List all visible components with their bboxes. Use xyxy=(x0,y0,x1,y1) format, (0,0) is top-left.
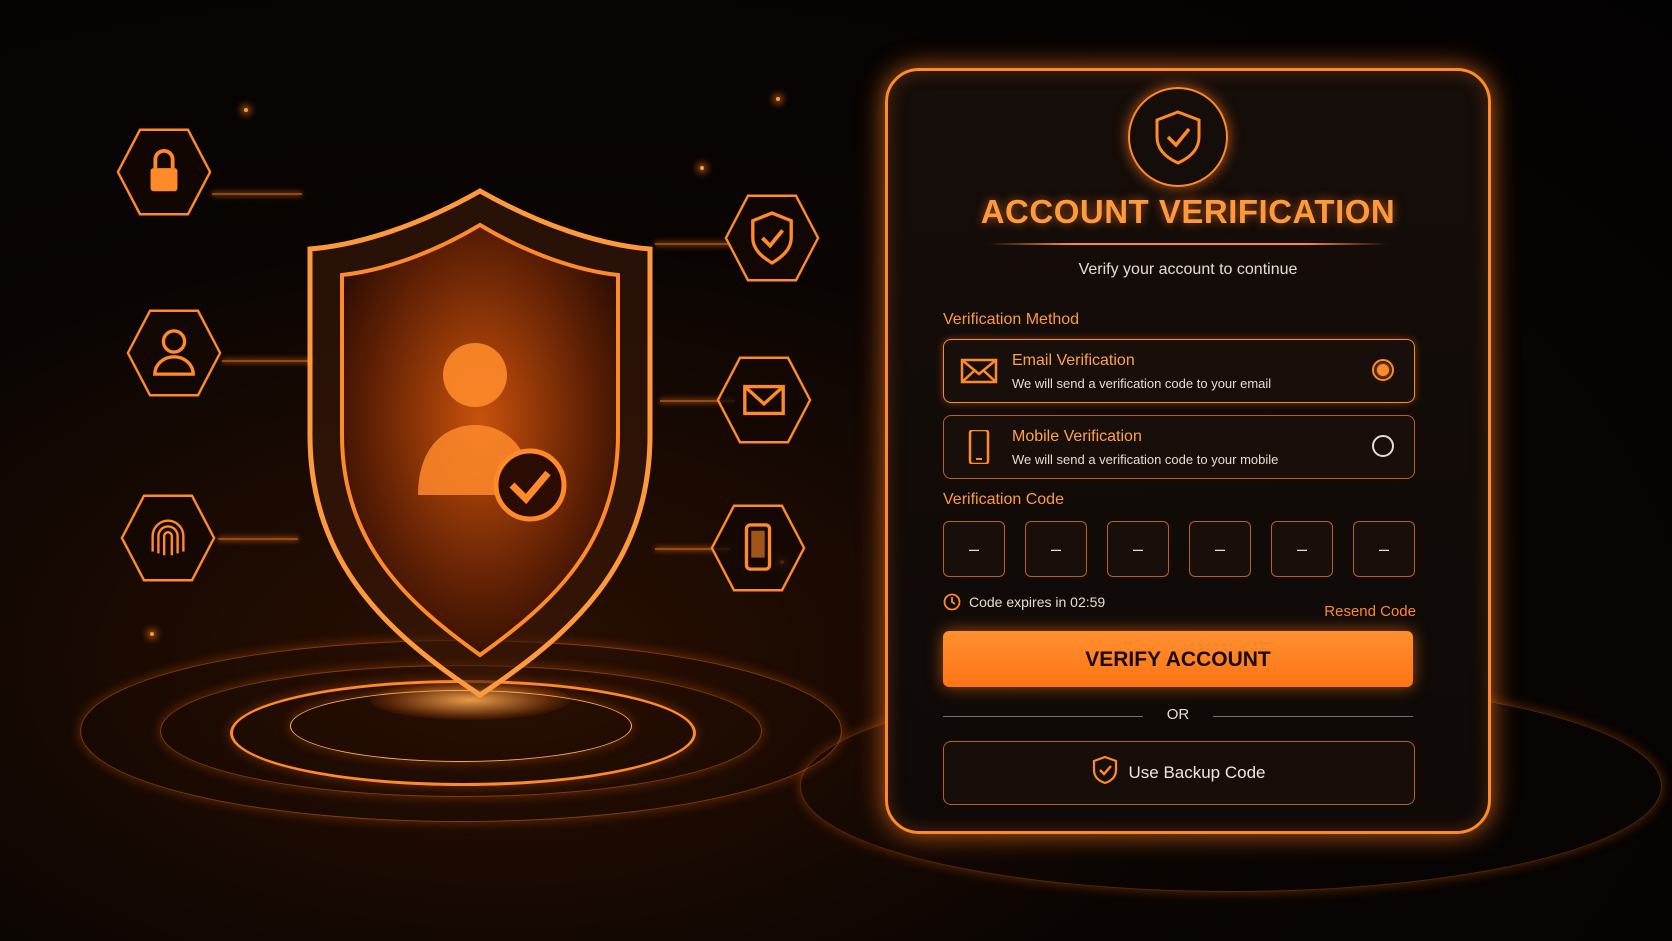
glow-particle xyxy=(244,108,248,112)
connector-line xyxy=(222,360,312,362)
verification-card: ACCOUNT VERIFICATION Verify your account… xyxy=(885,68,1491,834)
shield-user-check-icon xyxy=(300,185,660,705)
email-radio[interactable] xyxy=(1372,359,1394,381)
user-icon xyxy=(126,305,222,401)
page-title: ACCOUNT VERIFICATION xyxy=(980,193,1396,230)
envelope-icon xyxy=(716,352,812,448)
envelope-icon xyxy=(960,358,998,384)
shield-check-icon xyxy=(724,190,820,286)
code-digit-input[interactable]: – xyxy=(1353,521,1415,577)
option-description: We will send a verification code to your… xyxy=(1012,376,1272,391)
glow-particle xyxy=(150,632,154,636)
clock-icon xyxy=(943,593,961,611)
option-title: Email Verification xyxy=(1012,352,1135,369)
divider-line xyxy=(1213,716,1413,717)
verify-account-button[interactable]: VERIFY ACCOUNT xyxy=(943,631,1413,687)
connector-line xyxy=(212,193,302,195)
option-description: We will send a verification code to your… xyxy=(1012,452,1279,467)
code-digit-input[interactable]: – xyxy=(1271,521,1333,577)
mobile-radio[interactable] xyxy=(1372,435,1394,457)
lock-icon xyxy=(116,124,212,220)
backup-label: Use Backup Code xyxy=(1128,763,1266,782)
mobile-verification-option[interactable]: Mobile Verification We will send a verif… xyxy=(943,415,1415,479)
or-text: OR xyxy=(1166,706,1190,723)
code-digit-input[interactable]: – xyxy=(1189,521,1251,577)
code-digit-input[interactable]: – xyxy=(1025,521,1087,577)
option-title: Mobile Verification xyxy=(1012,428,1142,445)
fingerprint-icon xyxy=(120,490,216,586)
mobile-phone-icon xyxy=(968,430,990,464)
shield-check-icon xyxy=(1128,87,1228,187)
use-backup-code-button[interactable]: Use Backup Code xyxy=(943,741,1415,805)
verification-code-label: Verification Code xyxy=(943,491,1064,508)
shield-check-icon xyxy=(1093,755,1118,785)
code-timer: Code expires in 02:59 xyxy=(943,593,1105,611)
subtitle: Verify your account to continue xyxy=(1078,261,1298,278)
code-digit-input[interactable]: – xyxy=(943,521,1005,577)
mobile-phone-icon xyxy=(710,500,806,596)
resend-code-link[interactable]: Resend Code xyxy=(1324,603,1416,620)
connector-line xyxy=(218,538,298,540)
title-divider xyxy=(988,243,1388,245)
verification-method-label: Verification Method xyxy=(943,311,1080,328)
or-divider: OR xyxy=(943,706,1413,726)
timer-text: Code expires in 02:59 xyxy=(969,594,1106,610)
glow-particle xyxy=(700,166,704,170)
code-digit-input[interactable]: – xyxy=(1107,521,1169,577)
connector-line xyxy=(655,243,730,245)
email-verification-option[interactable]: Email Verification We will send a verifi… xyxy=(943,339,1415,403)
glow-particle xyxy=(776,97,780,101)
